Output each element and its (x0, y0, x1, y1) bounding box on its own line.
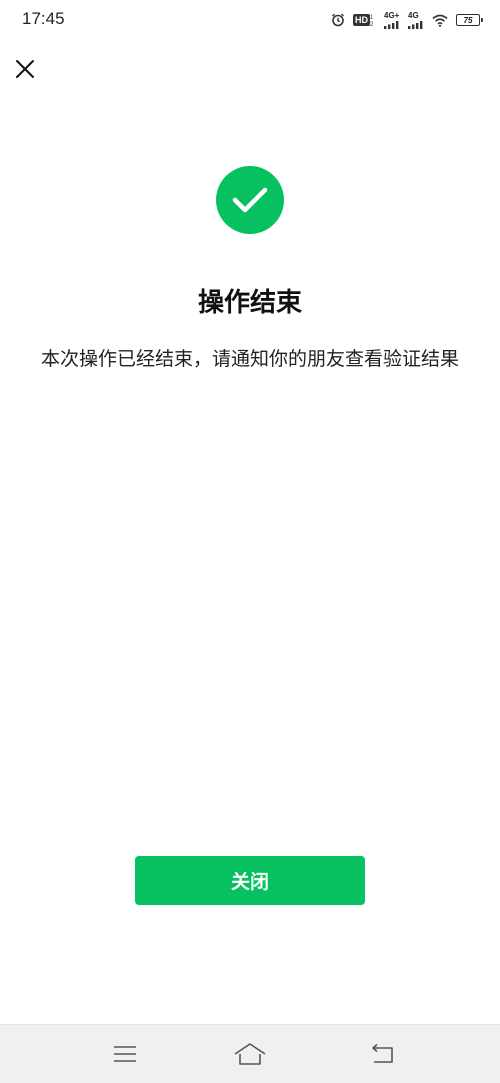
battery-level: 75 (463, 15, 473, 25)
sim2-network-label: 4G (408, 10, 419, 20)
hd-icon: HD 1 2 (353, 13, 376, 27)
svg-text:2: 2 (370, 22, 374, 27)
home-icon[interactable] (233, 1040, 267, 1068)
sim1-signal: 4G+ (384, 10, 400, 29)
sim1-network-label: 4G+ (384, 10, 400, 20)
checkmark-icon (216, 166, 284, 234)
svg-text:1: 1 (370, 15, 374, 21)
nav-bar (0, 1024, 500, 1083)
status-bar: 17:45 HD 1 2 4G+ 4G 75 (0, 0, 500, 40)
close-icon[interactable] (14, 58, 36, 80)
menu-icon[interactable] (108, 1040, 142, 1068)
result-message: 本次操作已经结束，请通知你的朋友查看验证结果 (40, 348, 459, 370)
close-button[interactable]: 关闭 (135, 856, 365, 905)
sim2-signal: 4G (408, 10, 424, 29)
hd-label: HD (353, 14, 370, 26)
alarm-icon (331, 13, 345, 27)
result-title: 操作结束 (197, 288, 302, 318)
battery-icon: 75 (456, 14, 483, 26)
status-time: 17:45 (22, 9, 65, 28)
wifi-icon (432, 14, 448, 27)
screen: 17:45 HD 1 2 4G+ 4G 75 操作结束 本次操作已经结束，请通知… (0, 0, 500, 1083)
status-icons: HD 1 2 4G+ 4G 75 (331, 10, 483, 30)
signal-icon (408, 20, 423, 29)
signal-icon (384, 20, 399, 29)
back-icon[interactable] (365, 1040, 399, 1068)
